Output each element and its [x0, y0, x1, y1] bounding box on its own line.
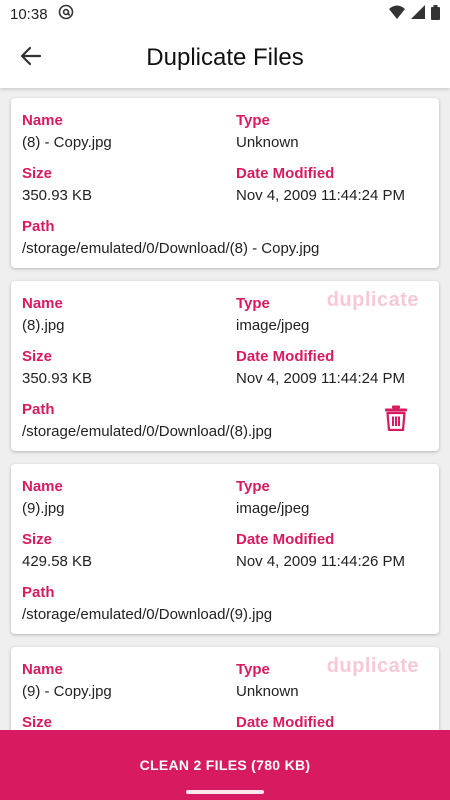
- gesture-nav-handle[interactable]: [186, 790, 264, 794]
- at-sign-icon: [58, 4, 74, 24]
- duplicate-badge: duplicate: [326, 289, 419, 311]
- path-label: Path: [22, 584, 55, 601]
- type-label: Type: [236, 295, 270, 312]
- path-label: Path: [22, 218, 55, 235]
- status-time: 10:38: [10, 5, 48, 23]
- name-value: (8).jpg: [22, 317, 65, 334]
- duplicate-badge: duplicate: [326, 655, 419, 677]
- path-label: Path: [22, 401, 55, 418]
- arrow-left-icon: [20, 45, 42, 72]
- battery-icon: [431, 4, 440, 24]
- wifi-icon: [389, 5, 405, 23]
- type-value: Unknown: [236, 134, 299, 151]
- type-label: Type: [236, 112, 270, 129]
- name-value: (9) - Copy.jpg: [22, 683, 112, 700]
- name-label: Name: [22, 478, 63, 495]
- size-value: 429.58 KB: [22, 553, 93, 570]
- path-value: /storage/emulated/0/Download/(9).jpg: [22, 606, 273, 623]
- name-label: Name: [22, 295, 63, 312]
- page-title: Duplicate Files: [146, 44, 304, 71]
- file-card[interactable]: duplicate Name (8).jpg Type image/jpeg S…: [11, 281, 439, 451]
- name-value: (8) - Copy.jpg: [22, 134, 112, 151]
- date-modified-value: Nov 4, 2009 11:44:26 PM: [236, 553, 405, 570]
- size-label: Size: [22, 714, 53, 730]
- file-card[interactable]: duplicate Name (9) - Copy.jpg Type Unkno…: [11, 647, 439, 730]
- status-icons: [389, 4, 440, 24]
- name-label: Name: [22, 112, 63, 129]
- date-modified-label: Date Modified: [236, 531, 335, 548]
- back-button[interactable]: [14, 42, 48, 74]
- status-bar: 10:38: [0, 0, 450, 28]
- trash-icon: [385, 405, 407, 435]
- signal-icon: [411, 5, 425, 23]
- name-value: (9).jpg: [22, 500, 65, 517]
- type-label: Type: [236, 661, 270, 678]
- date-modified-label: Date Modified: [236, 714, 335, 730]
- date-modified-label: Date Modified: [236, 348, 335, 365]
- app-bar: Duplicate Files: [0, 28, 450, 88]
- delete-button[interactable]: [385, 405, 411, 433]
- name-label: Name: [22, 661, 63, 678]
- size-label: Size: [22, 348, 53, 365]
- path-value: /storage/emulated/0/Download/(8).jpg: [22, 423, 273, 440]
- type-value: image/jpeg: [236, 500, 310, 517]
- path-value: /storage/emulated/0/Download/(8) - Copy.…: [22, 240, 320, 257]
- date-modified-value: Nov 4, 2009 11:44:24 PM: [236, 187, 405, 204]
- file-card[interactable]: Name (8) - Copy.jpg Type Unknown Size 35…: [11, 98, 439, 268]
- type-value: Unknown: [236, 683, 299, 700]
- size-value: 350.93 KB: [22, 187, 93, 204]
- type-label: Type: [236, 478, 270, 495]
- date-modified-value: Nov 4, 2009 11:44:24 PM: [236, 370, 405, 387]
- date-modified-label: Date Modified: [236, 165, 335, 182]
- file-card[interactable]: Name (9).jpg Type image/jpeg Size 429.58…: [11, 464, 439, 634]
- duplicate-files-list[interactable]: Name (8) - Copy.jpg Type Unknown Size 35…: [0, 88, 450, 730]
- type-value: image/jpeg: [236, 317, 310, 334]
- size-label: Size: [22, 165, 53, 182]
- size-value: 350.93 KB: [22, 370, 93, 387]
- size-label: Size: [22, 531, 53, 548]
